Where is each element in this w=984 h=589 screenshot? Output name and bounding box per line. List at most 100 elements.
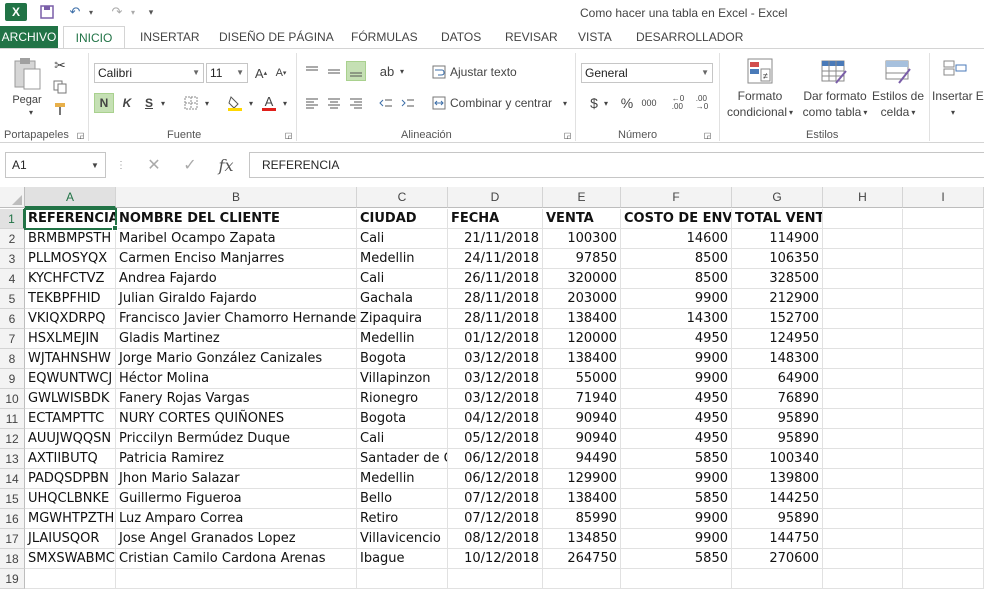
table-cell[interactable] (823, 389, 903, 409)
table-cell[interactable]: 114900 (732, 229, 823, 249)
table-cell[interactable] (903, 269, 984, 289)
table-cell[interactable]: 97850 (543, 249, 621, 269)
increase-decimal-icon[interactable]: ←0.00 (668, 93, 688, 113)
table-cell[interactable]: 4950 (621, 389, 732, 409)
thousands-button[interactable]: 000 (638, 93, 660, 113)
row-header[interactable]: 8 (0, 349, 25, 369)
row-header[interactable]: 16 (0, 509, 25, 529)
table-cell[interactable]: 264750 (543, 549, 621, 569)
table-cell[interactable] (903, 369, 984, 389)
currency-button[interactable]: $ (586, 93, 602, 113)
table-cell[interactable]: 5850 (621, 549, 732, 569)
format-as-table-icon[interactable] (818, 55, 850, 87)
table-cell[interactable]: Retiro (357, 509, 448, 529)
table-cell[interactable] (823, 349, 903, 369)
table-cell[interactable]: Francisco Javier Chamorro Hernandez (116, 309, 357, 329)
table-cell[interactable]: NOMBRE DEL CLIENTE (116, 209, 357, 229)
borders-icon[interactable] (180, 93, 202, 113)
paste-icon[interactable] (8, 55, 46, 93)
table-cell[interactable]: ECTAMPTTC (25, 409, 116, 429)
table-cell[interactable]: 21/11/2018 (448, 229, 543, 249)
table-cell[interactable]: Maribel Ocampo Zapata (116, 229, 357, 249)
align-middle-icon[interactable] (324, 61, 344, 81)
table-cell[interactable]: FECHA (448, 209, 543, 229)
bold-button[interactable]: N (94, 93, 114, 113)
clipboard-launcher-icon[interactable]: ◲ (76, 131, 85, 140)
fill-color-icon[interactable] (224, 93, 246, 113)
table-cell[interactable]: 4950 (621, 429, 732, 449)
conditional-format-label-2[interactable]: condicional ▾ (722, 105, 798, 119)
row-header[interactable]: 19 (0, 569, 25, 589)
column-header-b[interactable]: B (116, 187, 357, 208)
table-cell[interactable] (823, 309, 903, 329)
table-cell[interactable]: COSTO DE ENVIO (621, 209, 732, 229)
table-cell[interactable]: 90940 (543, 429, 621, 449)
table-cell[interactable] (823, 449, 903, 469)
table-cell[interactable]: 9900 (621, 529, 732, 549)
format-painter-icon[interactable] (50, 99, 70, 119)
table-cell[interactable]: TEKBPFHID (25, 289, 116, 309)
borders-dropdown-icon[interactable]: ▾ (202, 97, 212, 109)
table-cell[interactable]: 320000 (543, 269, 621, 289)
table-cell[interactable]: 138400 (543, 349, 621, 369)
align-right-icon[interactable] (346, 93, 366, 113)
table-cell[interactable]: 5850 (621, 489, 732, 509)
table-cell[interactable]: Zipaquira (357, 309, 448, 329)
table-cell[interactable]: 100300 (543, 229, 621, 249)
insert-cells-icon[interactable] (940, 55, 970, 87)
cancel-icon[interactable]: ✕ (144, 155, 164, 175)
increase-font-icon[interactable]: A ▴ (252, 63, 270, 83)
table-cell[interactable]: VENTA (543, 209, 621, 229)
tab-revisar[interactable]: REVISAR (505, 26, 558, 49)
table-cell[interactable]: Gachala (357, 289, 448, 309)
save-icon[interactable] (38, 3, 56, 21)
table-cell[interactable] (903, 409, 984, 429)
table-cell[interactable] (903, 529, 984, 549)
redo-dropdown-icon[interactable]: ▾ (128, 3, 138, 21)
tab-vista[interactable]: VISTA (578, 26, 612, 49)
table-cell[interactable]: 144750 (732, 529, 823, 549)
table-cell[interactable]: 14600 (621, 229, 732, 249)
row-header[interactable]: 7 (0, 329, 25, 349)
table-cell[interactable] (903, 389, 984, 409)
cell-styles-icon[interactable] (882, 55, 914, 87)
table-cell[interactable]: Jose Angel Granados Lopez (116, 529, 357, 549)
table-cell[interactable] (903, 449, 984, 469)
row-header[interactable]: 2 (0, 229, 25, 249)
font-launcher-icon[interactable]: ◲ (284, 131, 293, 140)
table-cell[interactable]: REFERENCIA (25, 209, 116, 229)
table-cell[interactable]: 9900 (621, 349, 732, 369)
table-cell[interactable]: MGWHTPZTH (25, 509, 116, 529)
table-cell[interactable]: JLAIUSQOR (25, 529, 116, 549)
table-cell[interactable] (823, 249, 903, 269)
column-header-e[interactable]: E (543, 187, 621, 208)
table-cell[interactable]: Gladis Martinez (116, 329, 357, 349)
table-cell[interactable] (903, 549, 984, 569)
table-cell[interactable]: 24/11/2018 (448, 249, 543, 269)
table-cell[interactable]: 95890 (732, 429, 823, 449)
table-cell[interactable] (25, 569, 116, 589)
column-header-f[interactable]: F (621, 187, 732, 208)
tab-archivo[interactable]: ARCHIVO (0, 26, 58, 49)
table-cell[interactable] (903, 289, 984, 309)
wrap-text-icon[interactable] (430, 63, 448, 81)
table-cell[interactable]: 129900 (543, 469, 621, 489)
table-cell[interactable] (823, 269, 903, 289)
table-cell[interactable] (903, 489, 984, 509)
merge-dropdown-icon[interactable]: ▾ (560, 97, 570, 109)
underline-dropdown-icon[interactable]: ▾ (158, 97, 168, 109)
table-cell[interactable]: AUUJWQQSN (25, 429, 116, 449)
table-cell[interactable]: 9900 (621, 469, 732, 489)
table-cell[interactable]: 5850 (621, 449, 732, 469)
table-cell[interactable]: 4950 (621, 329, 732, 349)
table-cell[interactable]: 94490 (543, 449, 621, 469)
table-cell[interactable]: 76890 (732, 389, 823, 409)
table-cell[interactable]: Priccilyn Bermúdez Duque (116, 429, 357, 449)
alignment-launcher-icon[interactable]: ◲ (563, 131, 572, 140)
table-cell[interactable]: 03/12/2018 (448, 349, 543, 369)
table-cell[interactable] (903, 329, 984, 349)
table-cell[interactable]: PLLMOSYQX (25, 249, 116, 269)
wrap-text-button[interactable]: Ajustar texto (450, 63, 520, 81)
table-cell[interactable]: KYCHFCTVZ (25, 269, 116, 289)
table-cell[interactable]: 03/12/2018 (448, 389, 543, 409)
